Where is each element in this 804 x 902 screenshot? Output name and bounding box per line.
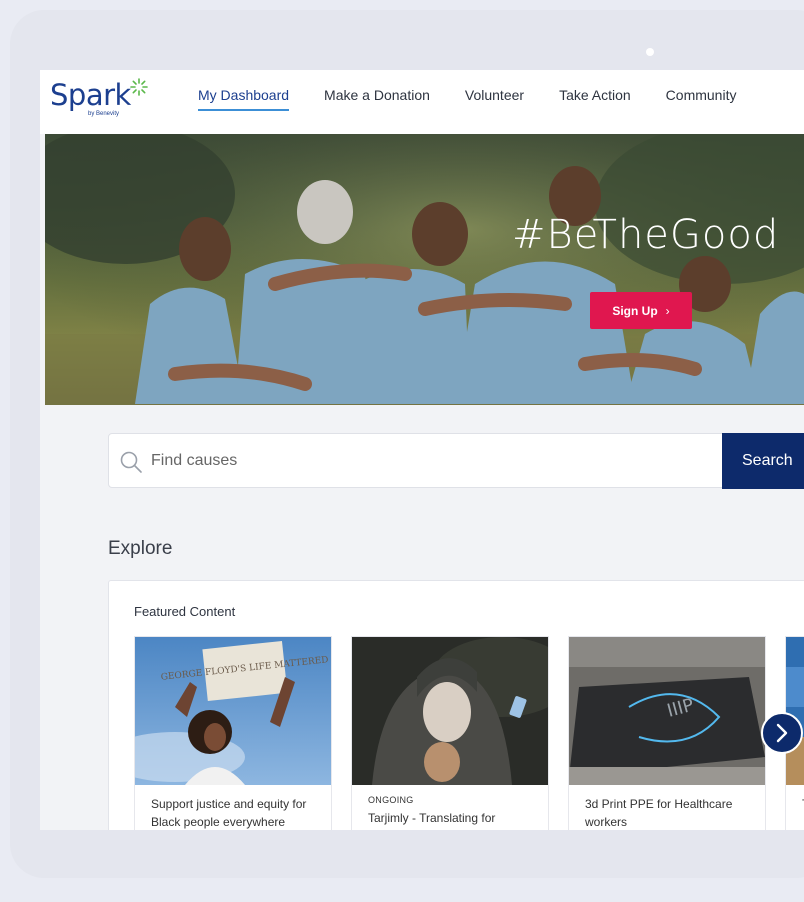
card-text: Support justice and equity for Black peo… — [151, 797, 307, 829]
logo-wordmark: Spark — [50, 78, 131, 112]
featured-card-3d-print[interactable]: IIIP 3d Print PPE for Healthcare workers — [568, 636, 766, 830]
3d-printer-photo: IIIP — [569, 637, 765, 785]
chevron-right-icon: › — [665, 303, 670, 318]
card-text: 3d Print PPE for Healthcare workers — [585, 797, 733, 829]
featured-content-panel: Featured Content GEORGE FLOYD'S LIFE MAT… — [108, 580, 804, 830]
nav-take-action[interactable]: Take Action — [559, 87, 631, 111]
cause-search-bar: Search — [108, 433, 804, 489]
nav-links: My Dashboard Make a Donation Volunteer T… — [198, 87, 771, 111]
logo-subtext: by Benevity — [88, 111, 120, 117]
card-image: GEORGE FLOYD'S LIFE MATTERED — [135, 637, 331, 785]
card-image — [352, 637, 548, 785]
carousel-next-button[interactable] — [761, 712, 803, 754]
spark-logo[interactable]: Spark by Benevity — [50, 78, 150, 122]
top-navigation: Spark by Benevity My Dashboard Make a Do… — [40, 70, 804, 134]
sign-up-button[interactable]: Sign Up › — [590, 292, 692, 329]
explore-heading: Explore — [108, 538, 173, 559]
hero-photo — [45, 134, 804, 405]
sign-up-label: Sign Up — [612, 303, 658, 318]
nav-volunteer[interactable]: Volunteer — [465, 87, 524, 111]
nav-community[interactable]: Community — [666, 87, 737, 111]
nav-make-donation[interactable]: Make a Donation — [324, 87, 430, 111]
card-image — [786, 637, 804, 785]
search-button[interactable]: Search — [722, 433, 804, 489]
featured-card-justice[interactable]: GEORGE FLOYD'S LIFE MATTERED Support jus… — [134, 636, 332, 830]
camera-dot — [646, 48, 654, 56]
protest-photo: GEORGE FLOYD'S LIFE MATTERED — [135, 637, 331, 785]
card-text: Tarjimly - Translating for — [368, 811, 496, 825]
search-icon — [120, 451, 142, 473]
card-status-tag: ONGOING — [368, 795, 414, 805]
translator-photo — [352, 637, 548, 785]
card-4-photo — [786, 637, 804, 785]
hero-title: #BeTheGood — [512, 212, 780, 258]
nav-my-dashboard[interactable]: My Dashboard — [198, 87, 290, 111]
featured-card-tarjimly[interactable]: ONGOING Tarjimly - Translating for — [351, 636, 549, 830]
card-image: IIIP — [569, 637, 765, 785]
featured-content-title: Featured Content — [134, 604, 236, 619]
chevron-right-icon — [776, 723, 788, 743]
search-input[interactable] — [151, 434, 711, 487]
spark-logo-icon — [130, 78, 148, 96]
hero-banner: #BeTheGood Sign Up › — [45, 134, 804, 405]
app-screen: Spark by Benevity My Dashboard Make a Do… — [40, 70, 804, 830]
